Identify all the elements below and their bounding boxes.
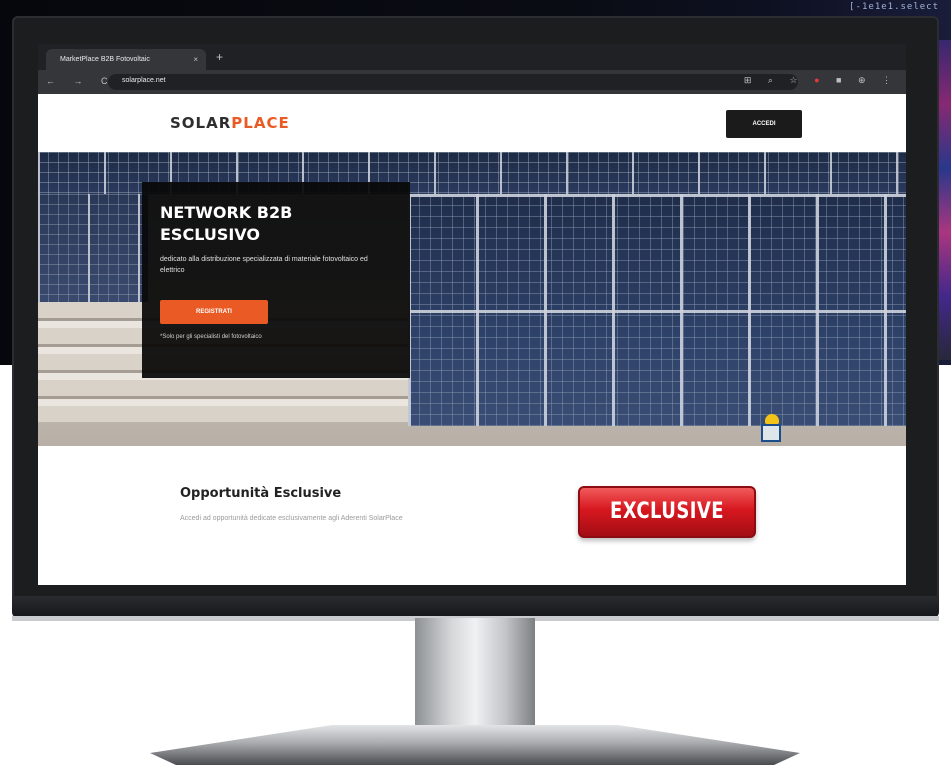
monitor-screen: MarketPlace B2B Fotovoltaic × + ← → C so… xyxy=(38,44,906,585)
exclusive-badge-text: EXCLUSIVE xyxy=(609,499,725,524)
site-header: SOLARPLACE ACCEDI xyxy=(38,94,906,152)
toolbar-icons[interactable]: ⊞ ⌕ ☆ ● ■ ⊕ ⋮ xyxy=(744,75,898,86)
background-glow-stripe xyxy=(937,40,951,360)
hero-banner: NETWORK B2B ESCLUSIVO dedicato alla dist… xyxy=(38,152,906,446)
solar-panels-image xyxy=(408,194,906,426)
logo-part-place: PLACE xyxy=(231,114,290,132)
toolbar-action-icons[interactable]: ⊞ ⌕ ☆ xyxy=(744,75,805,85)
solarplace-logo[interactable]: SOLARPLACE xyxy=(170,114,290,132)
monitor-bottom-edge xyxy=(12,596,939,618)
tab-close-icon[interactable]: × xyxy=(193,49,198,70)
tab-title: MarketPlace B2B Fotovoltaic xyxy=(60,56,150,63)
hero-title: NETWORK B2B ESCLUSIVO xyxy=(160,203,293,244)
address-url[interactable]: solarplace.net xyxy=(122,77,166,84)
worker-vest xyxy=(761,424,781,442)
register-button[interactable]: REGISTRATI xyxy=(160,300,268,324)
profile-menu-icons[interactable]: ■ ⊕ ⋮ xyxy=(836,75,898,85)
hero-subtitle: dedicato alla distribuzione specializzat… xyxy=(160,256,368,274)
background-code-text: [-1e1e1.select xyxy=(849,2,939,12)
logo-part-solar: SOLAR xyxy=(170,114,232,132)
browser-tab-bar: MarketPlace B2B Fotovoltaic × + xyxy=(38,44,906,70)
exclusive-badge: EXCLUSIVE xyxy=(578,486,756,538)
solar-panels-left-image xyxy=(38,194,148,304)
browser-tab[interactable]: MarketPlace B2B Fotovoltaic × xyxy=(46,49,206,70)
nav-arrows-icon[interactable]: ← → C xyxy=(46,76,116,86)
extension-icon[interactable]: ● xyxy=(814,75,826,85)
new-tab-icon[interactable]: + xyxy=(216,51,223,63)
hero-note: *Solo per gli specialisti del fotovoltai… xyxy=(160,334,262,340)
section-text: Accedi ad opportunità dedicate esclusiva… xyxy=(180,515,403,522)
worker-figure-image xyxy=(753,414,783,444)
monitor-stand-neck xyxy=(415,618,535,738)
login-button[interactable]: ACCEDI xyxy=(726,110,802,138)
worker-helmet xyxy=(765,414,779,424)
hero-card: NETWORK B2B ESCLUSIVO dedicato alla dist… xyxy=(142,182,410,378)
address-bar[interactable]: solarplace.net xyxy=(108,74,798,90)
exclusive-section: Opportunità Esclusive Accedi ad opportun… xyxy=(38,446,906,585)
section-title: Opportunità Esclusive xyxy=(180,486,342,501)
browser-toolbar: ← → C solarplace.net ⊞ ⌕ ☆ ● ■ ⊕ ⋮ xyxy=(38,70,906,94)
